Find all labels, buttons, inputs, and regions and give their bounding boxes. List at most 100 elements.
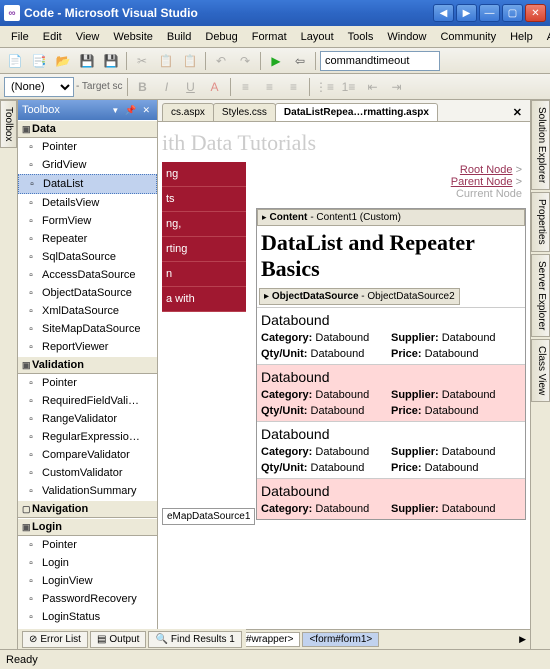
toolbox-item-rangevalidator[interactable]: ▫RangeValidator <box>18 410 157 428</box>
toolbox-item-requiredfieldvali[interactable]: ▫RequiredFieldVali… <box>18 392 157 410</box>
content-placeholder[interactable]: ▸ Content Content - Content1 (Custom)- C… <box>256 208 526 520</box>
class-view-tab[interactable]: Class View <box>531 339 550 402</box>
toolbox-item-reportviewer[interactable]: ▫ReportViewer <box>18 338 157 356</box>
outdent-button[interactable]: ⇤ <box>362 76 384 98</box>
close-doc-icon[interactable]: ✕ <box>509 104 526 121</box>
menu-layout[interactable]: Layout <box>294 28 341 46</box>
group-right-button[interactable]: ▶ <box>456 4 477 22</box>
solution-explorer-tab[interactable]: Solution Explorer <box>531 100 550 190</box>
menu-help[interactable]: Help <box>503 28 540 46</box>
nav-item[interactable]: a with <box>162 287 246 312</box>
toolbox-item-formview[interactable]: ▫FormView <box>18 212 157 230</box>
align-center-button[interactable]: ≡ <box>259 76 281 98</box>
toolbox-item-loginstatus[interactable]: ▫LoginStatus <box>18 608 157 626</box>
align-left-button[interactable]: ≡ <box>235 76 257 98</box>
menu-format[interactable]: Format <box>245 28 294 46</box>
toolbox-group-login[interactable]: ▣ Login <box>18 518 157 536</box>
maximize-button[interactable]: ▢ <box>502 4 523 22</box>
menu-view[interactable]: View <box>69 28 107 46</box>
breadcrumb-parent[interactable]: Parent Node <box>451 176 513 188</box>
nav-item[interactable]: ng, <box>162 212 246 237</box>
toolbox-item-sitemapdatasource[interactable]: ▫SiteMapDataSource <box>18 320 157 338</box>
toolbox-item-login[interactable]: ▫Login <box>18 554 157 572</box>
save-all-button[interactable]: 💾 <box>100 50 122 72</box>
menu-window[interactable]: Window <box>380 28 433 46</box>
undo-button[interactable]: ↶ <box>210 50 232 72</box>
numbering-button[interactable]: 1≡ <box>338 76 360 98</box>
nav-item[interactable]: rting <box>162 237 246 262</box>
toolbox-item-accessdatasource[interactable]: ▫AccessDataSource <box>18 266 157 284</box>
toolbox-group-data[interactable]: ▣ Data <box>18 120 157 138</box>
menu-website[interactable]: Website <box>106 28 160 46</box>
tab-styles-css[interactable]: Styles.css <box>213 103 276 121</box>
breadcrumb-root[interactable]: Root Node <box>460 164 513 176</box>
toolbox-item-loginview[interactable]: ▫LoginView <box>18 572 157 590</box>
minimize-button[interactable]: — <box>479 4 500 22</box>
close-button[interactable]: ✕ <box>525 4 546 22</box>
align-right-button[interactable]: ≡ <box>283 76 305 98</box>
toolbox-tab[interactable]: Toolbox <box>0 100 17 148</box>
toolbox-item-pointer[interactable]: ▫Pointer <box>18 138 157 156</box>
open-button[interactable]: 📂 <box>52 50 74 72</box>
menu-tools[interactable]: Tools <box>341 28 381 46</box>
toolbox-item-passwordrecovery[interactable]: ▫PasswordRecovery <box>18 590 157 608</box>
toolbox-item-detailsview[interactable]: ▫DetailsView <box>18 194 157 212</box>
menu-community[interactable]: Community <box>433 28 503 46</box>
save-button[interactable]: 💾 <box>76 50 98 72</box>
close-panel-icon[interactable]: ✕ <box>139 105 153 116</box>
find-results-tab[interactable]: 🔍 Find Results 1 <box>148 631 241 648</box>
toolbox-item-regularexpressio[interactable]: ▫RegularExpressio… <box>18 428 157 446</box>
objectdatasource-tag[interactable]: ▸ ObjectDataSource - ObjectDataSource2 <box>259 288 460 305</box>
toolbox-group-navigation[interactable]: ▢ Navigation <box>18 500 157 518</box>
add-item-button[interactable]: 📑 <box>28 50 50 72</box>
nav-item[interactable]: n <box>162 262 246 287</box>
target-schema-select[interactable]: (None) <box>4 77 74 97</box>
server-explorer-tab[interactable]: Server Explorer <box>531 254 550 337</box>
toolbox-item-pointer[interactable]: ▫Pointer <box>18 536 157 554</box>
menu-addins[interactable]: Addins <box>540 28 550 46</box>
cut-button[interactable]: ✂ <box>131 50 153 72</box>
toolbox-item-sqldatasource[interactable]: ▫SqlDataSource <box>18 248 157 266</box>
properties-tab[interactable]: Properties <box>531 192 550 252</box>
underline-button[interactable]: U <box>180 76 202 98</box>
toolbox-item-repeater[interactable]: ▫Repeater <box>18 230 157 248</box>
toolbox-item-datalist[interactable]: ▫DataList <box>18 174 157 194</box>
toolbox-group-validation[interactable]: ▣ Validation <box>18 356 157 374</box>
toolbox-item-validationsummary[interactable]: ▫ValidationSummary <box>18 482 157 500</box>
group-left-button[interactable]: ◀ <box>433 4 454 22</box>
toolbox-item-pointer[interactable]: ▫Pointer <box>18 374 157 392</box>
design-surface[interactable]: ith Data Tutorials Root Node > Parent No… <box>158 122 530 629</box>
toolbox-item-comparevalidator[interactable]: ▫CompareValidator <box>18 446 157 464</box>
smart-tag-icon[interactable]: ▸ <box>262 212 267 223</box>
indent-button[interactable]: ⇥ <box>386 76 408 98</box>
toolbox-item-objectdatasource[interactable]: ▫ObjectDataSource <box>18 284 157 302</box>
menu-debug[interactable]: Debug <box>198 28 244 46</box>
menu-build[interactable]: Build <box>160 28 198 46</box>
nav-back-button[interactable]: ⇦ <box>289 50 311 72</box>
tag-nav-right-icon[interactable]: ▶ <box>519 634 526 645</box>
menu-edit[interactable]: Edit <box>36 28 69 46</box>
dropdown-icon[interactable]: ▼ <box>108 106 122 115</box>
toolbox-item-xmldatasource[interactable]: ▫XmlDataSource <box>18 302 157 320</box>
content-control-tag[interactable]: ▸ Content Content - Content1 (Custom)- C… <box>257 209 525 226</box>
find-combo[interactable] <box>320 51 440 71</box>
error-list-tab[interactable]: ⊘ Error List <box>22 631 88 648</box>
sitemap-datasource-tag[interactable]: eMapDataSource1 <box>162 508 255 525</box>
paste-button[interactable]: 📋 <box>179 50 201 72</box>
toolbox-item-customvalidator[interactable]: ▫CustomValidator <box>18 464 157 482</box>
start-button[interactable]: ▶ <box>265 50 287 72</box>
bold-button[interactable]: B <box>132 76 154 98</box>
tab-datalist-aspx[interactable]: DataListRepea…rmatting.aspx <box>275 103 438 121</box>
tab-cs-aspx[interactable]: cs.aspx <box>162 103 214 121</box>
copy-button[interactable]: 📋 <box>155 50 177 72</box>
toolbox-item-gridview[interactable]: ▫GridView <box>18 156 157 174</box>
menu-file[interactable]: File <box>4 28 36 46</box>
datalist-control[interactable]: DataboundCategory: DataboundSupplier: Da… <box>257 307 525 519</box>
italic-button[interactable]: I <box>156 76 178 98</box>
nav-item[interactable]: ng <box>162 162 246 187</box>
nav-item[interactable]: ts <box>162 187 246 212</box>
output-tab[interactable]: ▤ Output <box>90 631 146 648</box>
redo-button[interactable]: ↷ <box>234 50 256 72</box>
new-project-button[interactable]: 📄 <box>4 50 26 72</box>
fontcolor-button[interactable]: A <box>204 76 226 98</box>
